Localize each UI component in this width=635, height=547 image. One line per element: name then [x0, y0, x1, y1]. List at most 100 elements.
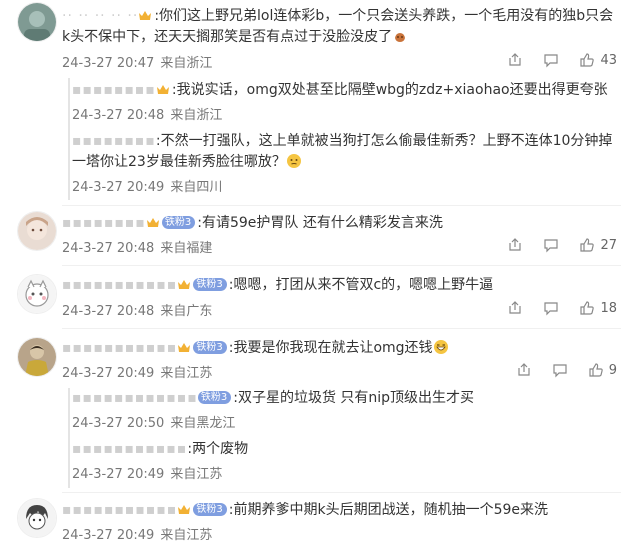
reply-text: ▪▪▪▪▪▪▪▪:不然一打强队，这上单就被当狗打怎么偷最佳新秀？上野不连体10分… [72, 131, 617, 173]
like-button[interactable]: 27 [579, 237, 617, 253]
username-placeholder: ▪▪▪▪▪▪▪▪▪▪▪ [62, 277, 178, 293]
reply-body: :我说实话，omg双处甚至比隔壁wbg的zdz+xiaohao还要出得更夸张 [171, 82, 608, 98]
reply-body: :两个废物 [187, 441, 249, 457]
location: 来自浙江 [160, 56, 213, 71]
timestamp: 24-3-27 20:49 [62, 528, 155, 543]
thumbs-up-icon [580, 238, 595, 252]
fan-badge: 铁粉3 [161, 216, 196, 229]
comment-icon [544, 54, 559, 68]
username-placeholder: ▪▪▪▪▪▪▪▪ [62, 215, 146, 231]
comment-text: ·· ·· ·· ·· ··:你们这上野兄弟lol连体彩b，一个只会送头养跌，一… [62, 6, 617, 48]
timestamp: 24-3-27 20:49 [62, 366, 155, 381]
share-button[interactable] [507, 300, 523, 316]
comment-text: ▪▪▪▪▪▪▪▪▪▪▪ 铁粉3:我要是你我现在就去让omg还钱 [62, 338, 617, 359]
comment-body: :我要是你我现在就去让omg还钱 [228, 340, 433, 356]
location: 来自江苏 [160, 528, 213, 543]
location: 来自江苏 [170, 467, 223, 482]
username-placeholder: ▪▪▪▪▪▪▪▪ [72, 133, 156, 149]
reply-text: ▪▪▪▪▪▪▪▪▪▪▪:两个废物 [72, 439, 617, 460]
reply-meta: 24-3-27 20:48 来自浙江 [72, 104, 222, 123]
comment-text: ▪▪▪▪▪▪▪▪▪▪▪ 铁粉3:嗯嗯，打团从来不管双c的，嗯嗯上野牛逼 [62, 275, 617, 296]
location: 来自黑龙江 [170, 416, 236, 431]
comment-meta: 24-3-27 20:49 来自江苏 [62, 362, 212, 381]
timestamp: 24-3-27 20:48 [62, 241, 155, 256]
fan-badge: 铁粉3 [193, 278, 227, 291]
crown-icon [178, 343, 191, 352]
share-button[interactable] [516, 362, 532, 378]
avatar[interactable] [17, 337, 57, 377]
username-placeholder: ▪▪▪▪▪▪▪▪▪▪▪▪ [72, 390, 198, 406]
reply-button[interactable] [543, 52, 559, 68]
thinking-emoji-icon [286, 154, 301, 168]
comment-body: :前期养爹中期k头后期团战送，随机抽一个59e来洗 [228, 502, 549, 518]
crown-icon [139, 11, 152, 20]
thumbs-up-icon [589, 363, 603, 377]
thumbs-up-icon [580, 53, 595, 67]
comment-text: ▪▪▪▪▪▪▪▪▪▪▪ 铁粉3:前期养爹中期k头后期团战送，随机抽一个59e来洗 [62, 500, 617, 521]
action-bar: 9 [496, 362, 617, 378]
crown-icon [178, 505, 191, 514]
timestamp: 24-3-27 20:47 [62, 56, 155, 71]
comment-body: :有请59e护胃队 还有什么精彩发言来洗 [197, 215, 443, 231]
hand-emoji-icon [395, 33, 406, 42]
like-button[interactable]: 18 [579, 300, 617, 316]
action-bar: 18 [487, 300, 617, 316]
timestamp: 24-3-27 20:48 [72, 108, 165, 123]
divider [62, 328, 621, 329]
reply-button[interactable] [543, 300, 559, 316]
like-button[interactable]: 9 [588, 362, 617, 378]
timestamp: 24-3-27 20:48 [62, 304, 155, 319]
crown-icon [178, 280, 191, 289]
location: 来自四川 [170, 180, 223, 195]
location: 来自江苏 [160, 366, 213, 381]
thumbs-up-icon [580, 301, 595, 315]
avatar[interactable] [17, 274, 57, 314]
comment-icon [544, 302, 559, 316]
grin-emoji-icon [433, 340, 448, 354]
like-count: 43 [600, 52, 617, 68]
action-bar: 43 [487, 52, 617, 68]
reply-button[interactable] [543, 237, 559, 253]
comment-meta: 24-3-27 20:48 来自福建 [62, 237, 212, 256]
reply-text: ▪▪▪▪▪▪▪▪▪▪▪▪ 铁粉3:双子星的垃圾货 只有nip顶级出生才买 [72, 388, 617, 409]
share-icon [509, 53, 522, 66]
like-button[interactable]: 43 [579, 52, 617, 68]
fan-badge: 铁粉3 [193, 503, 227, 516]
location: 来自浙江 [170, 108, 223, 123]
comment-meta: 24-3-27 20:47 来自浙江 [62, 52, 212, 71]
avatar[interactable] [17, 211, 57, 251]
crown-icon [156, 85, 169, 94]
like-count: 27 [600, 237, 617, 253]
comment-text: ▪▪▪▪▪▪▪▪ 铁粉3:有请59e护胃队 还有什么精彩发言来洗 [62, 213, 617, 234]
timestamp: 24-3-27 20:49 [72, 180, 165, 195]
reply-thread-bar [68, 388, 70, 488]
username-placeholder: ▪▪▪▪▪▪▪▪ [72, 82, 156, 98]
reply-thread-bar [68, 78, 70, 200]
divider [62, 265, 621, 266]
timestamp: 24-3-27 20:49 [72, 467, 165, 482]
share-icon [518, 363, 530, 376]
timestamp: 24-3-27 20:50 [72, 416, 165, 431]
comment-meta: 24-3-27 20:48 来自广东 [62, 300, 212, 319]
share-button[interactable] [507, 52, 523, 68]
location: 来自广东 [160, 304, 213, 319]
reply-button[interactable] [552, 362, 568, 378]
reply-meta: 24-3-27 20:49 来自江苏 [72, 463, 222, 482]
share-button[interactable] [507, 237, 523, 253]
fan-badge: 铁粉3 [193, 341, 227, 354]
reply-text: ▪▪▪▪▪▪▪▪ :我说实话，omg双处甚至比隔壁wbg的zdz+xiaohao还… [72, 80, 617, 101]
reply-meta: 24-3-27 20:50 来自黑龙江 [72, 412, 235, 431]
like-count: 9 [608, 362, 617, 378]
username-placeholder: ▪▪▪▪▪▪▪▪▪▪▪ [72, 441, 188, 457]
crown-icon [146, 218, 159, 227]
reply-body: :双子星的垃圾货 只有nip顶级出生才买 [233, 390, 475, 406]
comment-icon [553, 364, 567, 378]
share-icon [509, 238, 522, 251]
username[interactable]: ·· ·· ·· ·· ·· [62, 8, 138, 24]
avatar[interactable] [17, 2, 57, 42]
comment-icon [544, 239, 559, 253]
avatar[interactable] [17, 498, 57, 538]
reply-meta: 24-3-27 20:49 来自四川 [72, 176, 222, 195]
username-placeholder: ▪▪▪▪▪▪▪▪▪▪▪ [62, 340, 178, 356]
action-bar: 27 [487, 237, 617, 253]
